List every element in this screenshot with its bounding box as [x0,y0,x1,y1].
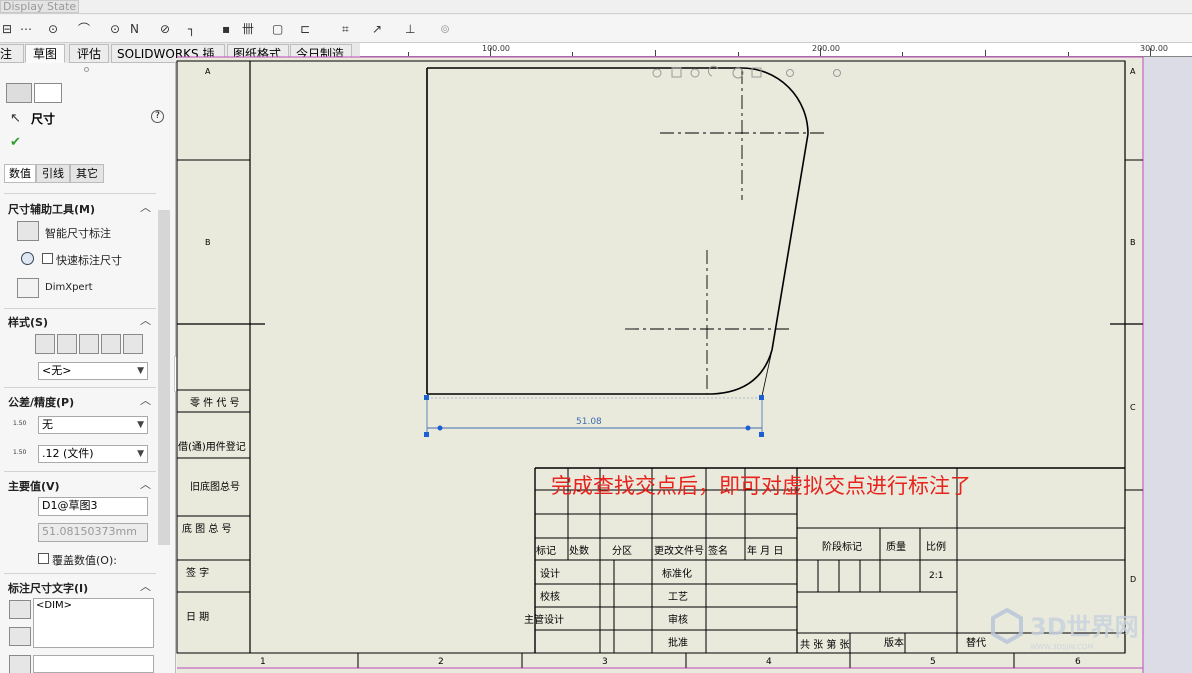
zone-col-label: 2 [438,657,444,667]
arrow-handle[interactable] [437,425,443,431]
left-block-text: 旧底图总号 [190,480,240,493]
tb-role: 工艺 [668,591,688,603]
watermark-text: 3D世界网 [1030,613,1139,641]
tb-header: 标记 [536,545,556,557]
selection-handle[interactable] [759,395,764,400]
watermark-logo-icon [991,607,1023,645]
left-block-text: 零 件 代 号 [190,397,240,409]
tb-scale-label: 比例 [926,540,946,553]
zone-col-label: 5 [930,657,936,667]
zone-col-label: 6 [1075,657,1081,667]
tb-header: 更改文件号 [654,544,704,557]
zone-row-label: B [205,238,211,247]
tutorial-annotation: 完成查找交点后，即可对虚拟交点进行标注了 [551,474,971,498]
zone-row-label: A [205,67,211,76]
zone-col-label: 3 [602,657,608,667]
dimension-51-08[interactable]: 51.08 [424,395,764,437]
tb-role: 标准化 [662,567,692,580]
watermark: 3D世界网 WWW.3DSJW.COM [991,607,1139,651]
zone-row-label: C [1130,403,1136,412]
drawing-svg: A B A B C D 1 2 3 4 5 6 零 件 代 号 借(通)用件登记… [176,56,1144,673]
tb-weight: 质量 [886,541,906,553]
left-block-text: 借(通)用件登记 [178,440,246,453]
tb-role: 主管设计 [524,613,564,626]
left-registration-block: 零 件 代 号 借(通)用件登记 旧底图总号 底 图 总 号 签 字 日 期 [177,389,250,623]
tb-scale-value: 2:1 [929,571,943,581]
left-block-text: 底 图 总 号 [182,522,232,535]
tb-role: 校核 [540,590,560,603]
tb-stage: 阶段标记 [822,540,862,553]
tb-role: 审核 [668,613,688,626]
selection-handle[interactable] [424,432,429,437]
tb-role: 批准 [668,636,688,649]
zone-col-label: 4 [766,657,772,667]
tb-sheets: 共 张 第 张 [800,638,850,651]
dimension-value-text[interactable]: 51.08 [576,417,602,427]
hide-show-icon [786,69,794,77]
zone-col-label: 1 [260,657,266,667]
zoom-to-fit-icon [652,68,662,78]
selection-handle[interactable] [759,432,764,437]
tb-header: 分区 [612,545,632,557]
previous-view-icon [690,68,700,78]
left-block-text: 日 期 [186,611,209,623]
solidworks-window: { "top": {"display_state": "Display Stat… [0,0,1192,673]
zone-row-label: D [1130,575,1136,584]
tb-header: 签名 [708,544,728,557]
tb-replace: 替代 [966,636,986,649]
centerlines [625,70,825,394]
tb-version: 版本 [884,636,904,649]
tb-header: 处数 [569,544,589,557]
tb-header: 年 月 日 [747,544,783,557]
zoom-area-icon [671,67,682,78]
drawing-frame-outer [176,60,1126,654]
zone-row-label: B [1130,238,1136,247]
virtual-sharp-extension [761,349,773,397]
zone-row-label: A [1130,67,1136,76]
title-block-text: 标记 处数 分区 更改文件号 签名 年 月 日 设计 校核 主管设计 标准化 工… [524,540,986,651]
watermark-url: WWW.3DSJW.COM [1030,643,1093,651]
left-block-text: 签 字 [186,566,209,579]
tb-role: 设计 [540,567,560,580]
sketch-profile[interactable] [426,67,809,395]
appearance-icon [833,69,841,77]
view-orientation-icon [732,67,744,79]
arrow-handle[interactable] [745,425,751,431]
selection-handle[interactable] [424,395,429,400]
